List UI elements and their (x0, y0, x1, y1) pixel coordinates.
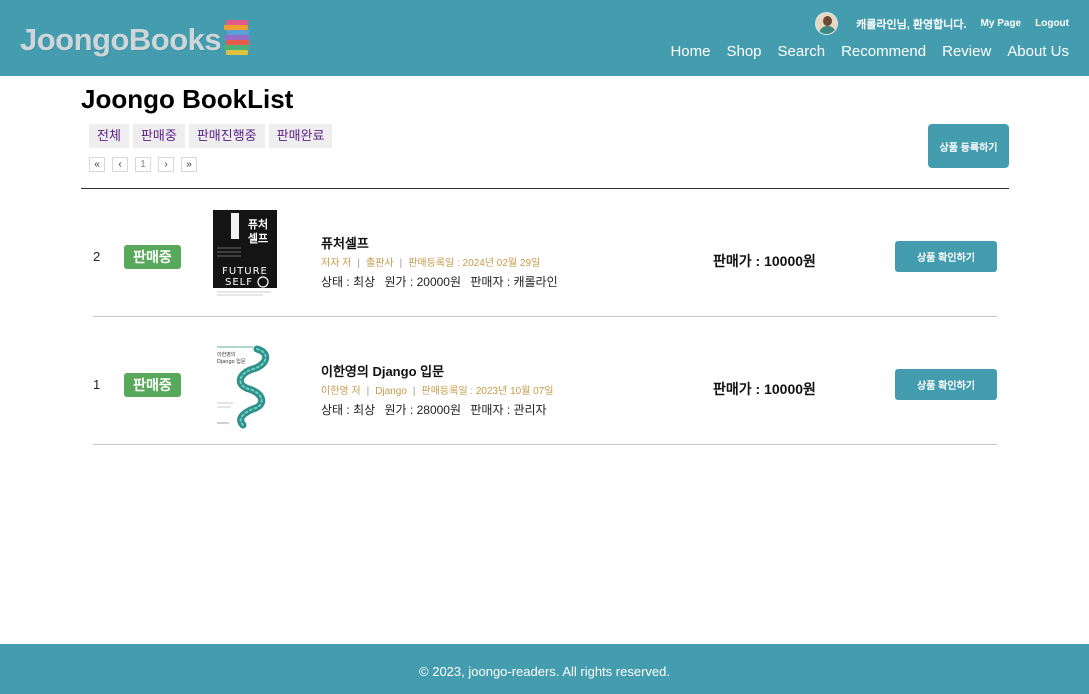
book-registered-date: 판매등록일 : 2024년 02월 29일 (408, 258, 541, 269)
book-original-price: 원가 : 28000원 (384, 403, 462, 417)
register-product-button[interactable]: 상품 등록하기 (928, 124, 1009, 168)
filter-on-sale[interactable]: 판매중 (132, 124, 185, 148)
book-meta: 이한영 저 | Django | 판매등록일 : 2023년 10월 07일 (321, 386, 554, 397)
book-condition: 상태 : 최상 (321, 403, 376, 417)
cover-title-2: Django 입문 (217, 358, 246, 365)
filter-in-progress[interactable]: 판매진행중 (188, 124, 265, 148)
check-product-button[interactable]: 상품 확인하기 (895, 369, 997, 400)
cover-title-1: 퓨처 (248, 217, 268, 231)
site-logo[interactable]: JoongoBooks (20, 18, 253, 61)
sale-price: 판매가 : 10000원 (713, 253, 816, 269)
last-page-button[interactable]: » (181, 157, 197, 172)
welcome-text: 캐롤라인님, 환영합니다. (856, 18, 967, 31)
row-number: 1 (93, 377, 101, 392)
my-page-link[interactable]: My Page (981, 18, 1022, 29)
book-registered-date: 판매등록일 : 2023년 10월 07일 (421, 386, 554, 397)
book-meta: 저자 저 | 출판사 | 판매등록일 : 2024년 02월 29일 (321, 258, 541, 269)
prev-page-button[interactable]: ‹ (112, 157, 128, 172)
nav-shop[interactable]: Shop (726, 43, 761, 60)
status-filter-tabs: 전체 판매중 판매진행중 판매완료 (89, 124, 333, 148)
avatar[interactable] (815, 12, 839, 35)
list-item: 2 판매중 퓨처 셀프 FUTURE SELF 퓨처셀프 저자 저 | 출판사 | 판매… (93, 189, 997, 317)
user-menu: 캐롤라인님, 환영합니다. My Page Logout (815, 12, 1069, 35)
book-info: 이한영의 Django 입문 이한영 저 | Django | 판매등록일 : 2023… (321, 361, 554, 418)
logo-text: JoongoBooks (20, 21, 222, 57)
book-detail: 상태 : 최상 원가 : 28000원 판매자 : 관리자 (321, 401, 554, 418)
first-page-button[interactable]: « (89, 157, 105, 172)
nav-review[interactable]: Review (942, 43, 991, 60)
book-seller: 판매자 : 관리자 (470, 403, 547, 417)
nav-home[interactable]: Home (670, 43, 710, 60)
book-cover[interactable]: 퓨처 셀프 FUTURE SELF (213, 210, 277, 300)
site-header: JoongoBooks 캐롤라인님, 환영합니다. My Page Logout… (0, 0, 1089, 76)
check-product-button[interactable]: 상품 확인하기 (895, 241, 997, 272)
book-publisher: 출판사 (366, 258, 394, 269)
page-title: Joongo BookList (81, 84, 294, 114)
cover-title-1: 이한영의 (217, 351, 235, 358)
cover-word-2: SELF (225, 277, 253, 288)
row-number: 2 (93, 249, 101, 264)
book-title[interactable]: 퓨처셀프 (321, 233, 564, 252)
book-info: 퓨처셀프 저자 저 | 출판사 | 판매등록일 : 2024년 02월 29일 상태 :… (321, 233, 564, 290)
book-title[interactable]: 이한영의 Django 입문 (321, 361, 554, 380)
cover-word-1: FUTURE (222, 266, 268, 277)
logout-link[interactable]: Logout (1035, 18, 1069, 29)
book-cover[interactable]: 이한영의 Django 입문 (213, 343, 277, 429)
pagination: « ‹ 1 › » (89, 157, 204, 172)
book-publisher: Django (375, 386, 407, 397)
book-condition: 상태 : 최상 (321, 275, 376, 289)
nav-search[interactable]: Search (778, 43, 826, 60)
book-author: 저자 저 (321, 258, 352, 269)
nav-recommend[interactable]: Recommend (841, 43, 926, 60)
next-page-button[interactable]: › (158, 157, 174, 172)
book-author: 이한영 저 (321, 386, 361, 397)
sale-price: 판매가 : 10000원 (713, 381, 816, 397)
book-stack-icon (223, 18, 253, 61)
current-page[interactable]: 1 (135, 157, 151, 172)
list-item: 1 판매중 이한영의 Django 입문 이한영의 Django 입문 이한영 … (93, 317, 997, 445)
book-detail: 상태 : 최상 원가 : 20000원 판매자 : 캐롤라인 (321, 273, 564, 290)
book-original-price: 원가 : 20000원 (384, 275, 462, 289)
main-nav: Home Shop Search Recommend Review About … (670, 43, 1069, 60)
cover-title-2: 셀프 (248, 231, 268, 245)
nav-about-us[interactable]: About Us (1007, 43, 1069, 60)
filter-all[interactable]: 전체 (89, 124, 129, 148)
site-footer: © 2023, joongo-readers. All rights reser… (0, 644, 1089, 694)
status-badge: 판매중 (124, 373, 181, 397)
filter-sold[interactable]: 판매완료 (268, 124, 333, 148)
copyright-text: © 2023, joongo-readers. All rights reser… (419, 664, 670, 679)
book-seller: 판매자 : 캐롤라인 (470, 275, 558, 289)
status-badge: 판매중 (124, 245, 181, 269)
